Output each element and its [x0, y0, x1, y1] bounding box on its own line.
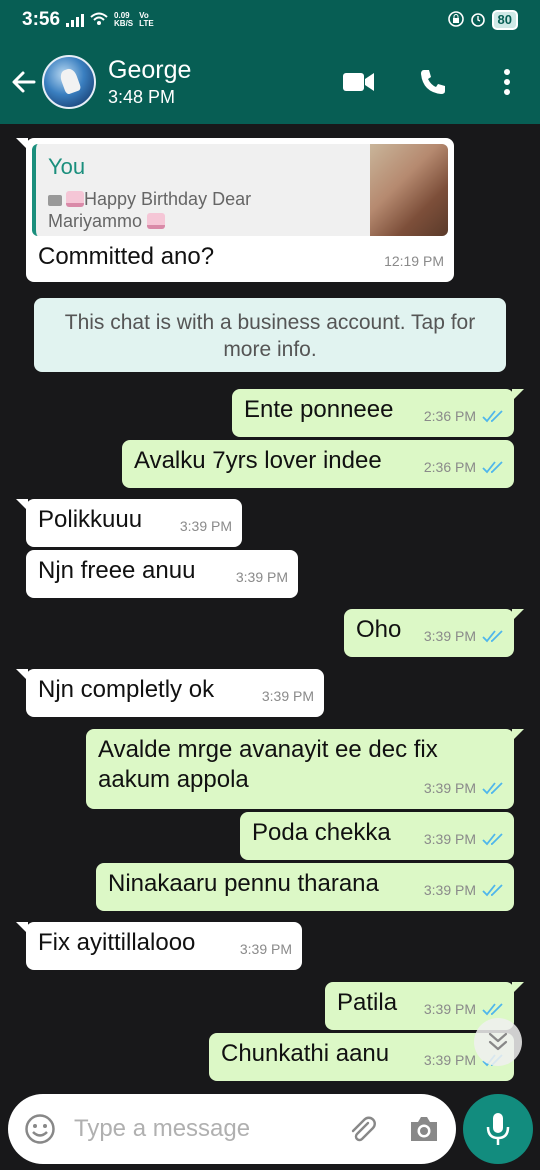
- message-text: Patila: [337, 989, 398, 1016]
- chat-header: George 3:48 PM: [0, 40, 540, 124]
- message-text: Avalde mrge avanayit ee dec fix aakum ap…: [98, 736, 438, 793]
- message-time: 3:39 PM: [235, 569, 288, 585]
- message-bubble-incoming[interactable]: Njn completly ok 3:39 PM: [16, 669, 324, 717]
- read-ticks-icon: [482, 410, 503, 423]
- message-bubble-outgoing[interactable]: Avalku 7yrs lover indee 2:36 PM: [122, 440, 514, 488]
- voice-call-icon[interactable]: [416, 65, 450, 99]
- cake-emoji-icon: [147, 213, 166, 229]
- read-ticks-icon: [482, 461, 503, 474]
- message-text: Poda chekka: [252, 819, 391, 846]
- message-text: Avalku 7yrs lover indee: [134, 447, 382, 474]
- message-bubble-incoming[interactable]: Njn freee anuu 3:39 PM: [26, 550, 298, 598]
- status-time: 3:56: [22, 9, 61, 30]
- message-time: 3:39 PM: [423, 628, 476, 644]
- message-time: 2:36 PM: [423, 459, 476, 475]
- message-time: 3:39 PM: [423, 882, 476, 898]
- message-text: Ente ponneee: [244, 396, 394, 423]
- message-bubble-outgoing[interactable]: Ninakaaru pennu tharana 3:39 PM: [96, 863, 514, 911]
- message-text: Njn completly ok: [38, 676, 215, 703]
- message-text: Committed ano?: [38, 243, 215, 270]
- business-account-notice[interactable]: This chat is with a business account. Ta…: [34, 298, 506, 372]
- battery-indicator: 80: [491, 10, 518, 30]
- contact-name: George: [108, 56, 192, 84]
- message-bubble-incoming[interactable]: Polikkuuu 3:39 PM: [16, 499, 242, 547]
- reply-message-bubble[interactable]: You Happy Birthday Dear Mariyammo Commit…: [16, 138, 454, 282]
- last-seen: 3:48 PM: [108, 87, 176, 107]
- message-bubble-incoming[interactable]: Fix ayittillalooo 3:39 PM: [16, 922, 302, 970]
- read-ticks-icon: [482, 1003, 503, 1016]
- alarm-icon: [470, 11, 486, 30]
- quoted-photo-thumbnail: [370, 144, 448, 236]
- message-time: 3:39 PM: [179, 518, 232, 534]
- read-ticks-icon: [482, 782, 503, 795]
- message-input-bar[interactable]: Type a message: [8, 1094, 456, 1164]
- wifi-icon: [90, 10, 108, 31]
- read-ticks-icon: [482, 833, 503, 846]
- mic-icon[interactable]: [463, 1094, 533, 1164]
- message-text: Ninakaaru pennu tharana: [108, 870, 379, 897]
- quoted-message[interactable]: You Happy Birthday Dear Mariyammo: [32, 144, 448, 236]
- video-call-icon[interactable]: [342, 65, 376, 99]
- lock-icon: [447, 10, 464, 30]
- net-type: Vo LTE: [139, 11, 154, 28]
- message-bubble-outgoing[interactable]: Oho 3:39 PM: [344, 609, 524, 657]
- message-time: 12:19 PM: [384, 253, 444, 269]
- message-text: Fix ayittillalooo: [38, 929, 196, 956]
- chat-area[interactable]: You Happy Birthday Dear Mariyammo Commit…: [0, 124, 540, 1084]
- emoji-icon[interactable]: [22, 1111, 58, 1147]
- message-text: Njn freee anuu: [38, 557, 196, 584]
- avatar[interactable]: [42, 55, 96, 109]
- status-bar: 3:56 0.09 KB/S Vo LTE 80: [0, 0, 540, 40]
- signal-icon: [66, 13, 85, 27]
- message-bubble-outgoing[interactable]: Ente ponneee 2:36 PM: [232, 389, 524, 437]
- message-input[interactable]: Type a message: [74, 1115, 330, 1143]
- message-bubble-outgoing[interactable]: Poda chekka 3:39 PM: [240, 812, 514, 860]
- message-bubble-outgoing[interactable]: Avalde mrge avanayit ee dec fix aakum ap…: [86, 729, 524, 809]
- message-text: Oho: [356, 616, 402, 643]
- camera-photo-icon: [48, 195, 62, 206]
- camera-icon[interactable]: [406, 1111, 442, 1147]
- read-ticks-icon: [482, 630, 503, 643]
- message-time: 3:39 PM: [423, 831, 476, 847]
- net-speed: 0.09 KB/S: [114, 11, 134, 28]
- scroll-down-icon[interactable]: [474, 1018, 522, 1066]
- cake-emoji-icon: [66, 191, 84, 207]
- message-time: 3:39 PM: [423, 1001, 476, 1017]
- message-time: 3:39 PM: [239, 941, 292, 957]
- message-time: 3:39 PM: [423, 1052, 476, 1068]
- message-text: Polikkuuu: [38, 506, 143, 533]
- status-right: 80: [447, 10, 518, 30]
- message-time: 2:36 PM: [423, 408, 476, 424]
- attach-icon[interactable]: [344, 1111, 380, 1147]
- quoted-sender: You: [48, 154, 86, 179]
- message-text: Chunkathi aanu: [221, 1040, 390, 1067]
- message-time: 3:39 PM: [423, 780, 476, 796]
- back-arrow-icon[interactable]: [10, 68, 38, 96]
- message-time: 3:39 PM: [261, 688, 314, 704]
- read-ticks-icon: [482, 884, 503, 897]
- contact-info[interactable]: George 3:48 PM: [108, 55, 191, 109]
- message-bubble-outgoing[interactable]: Chunkathi aanu 3:39 PM: [209, 1033, 514, 1081]
- more-options-icon[interactable]: [490, 65, 524, 99]
